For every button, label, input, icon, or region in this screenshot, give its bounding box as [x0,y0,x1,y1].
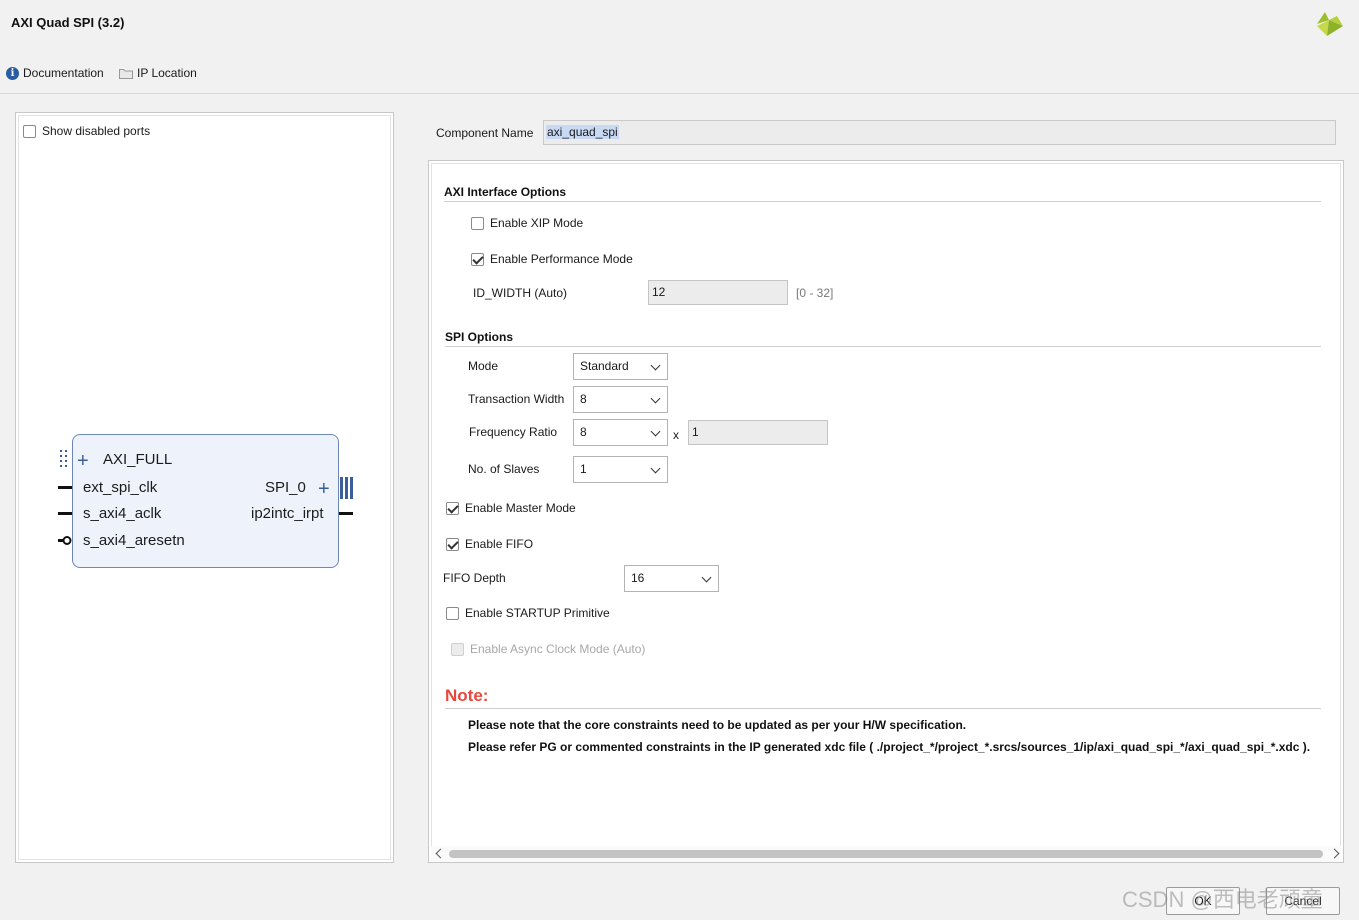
id-width-input[interactable]: 12 [648,280,788,305]
enable-performance-mode-checkbox[interactable] [471,252,484,266]
frequency-ratio-label: Frequency Ratio [469,425,558,439]
enable-master-mode-label: Enable Master Mode [465,501,576,515]
component-name-value: axi_quad_spi [546,125,619,139]
transaction-width-select[interactable]: 8 [573,386,668,413]
note-title: Note: [445,686,489,705]
watermark: CSDN @西电老顽童 [1122,887,1323,912]
documentation-label: Documentation [23,66,104,80]
chevron-down-icon [650,360,661,371]
folder-icon [119,68,133,79]
chevron-down-icon [650,393,661,404]
frequency-ratio-times: x [673,428,679,442]
mode-select[interactable]: Standard [573,353,668,380]
no-of-slaves-label: No. of Slaves [468,462,540,476]
enable-fifo-option[interactable]: Enable FIFO [446,537,533,551]
component-name-label: Component Name [436,126,534,140]
mode-label: Mode [468,359,499,373]
enable-master-mode-option[interactable]: Enable Master Mode [446,501,576,515]
section-divider [445,346,1321,347]
no-of-slaves-value: 1 [580,462,587,476]
frequency-ratio-multiplier-input[interactable]: 1 [688,420,828,445]
enable-performance-mode-option[interactable]: Enable Performance Mode [471,252,633,266]
block-pins [58,450,353,545]
show-disabled-ports-checkbox[interactable] [23,124,36,138]
enable-async-clock-mode-checkbox [451,642,464,656]
scroll-right-icon[interactable] [1329,848,1340,859]
transaction-width-value: 8 [580,392,587,406]
ip-location-link[interactable]: IP Location [119,66,197,80]
spi-options-title: SPI Options [445,330,514,344]
show-disabled-ports-label: Show disabled ports [42,124,151,138]
dialog-header: AXI Quad SPI (3.2) [0,0,1359,52]
axi-interface-options-title: AXI Interface Options [444,185,567,199]
enable-fifo-label: Enable FIFO [465,537,534,551]
ip-location-label: IP Location [137,66,197,80]
enable-async-clock-mode-option: Enable Async Clock Mode (Auto) [451,642,645,656]
enable-xip-mode-checkbox[interactable] [471,216,484,230]
fifo-depth-value: 16 [631,571,645,585]
scrollbar-thumb[interactable] [449,850,1323,858]
chevron-down-icon [701,572,712,583]
fifo-depth-label: FIFO Depth [443,571,506,585]
chevron-down-icon [650,426,661,437]
id-width-range: [0 - 32] [796,286,834,300]
horizontal-scrollbar[interactable] [431,846,1341,862]
no-of-slaves-select[interactable]: 1 [573,456,668,483]
enable-performance-mode-label: Enable Performance Mode [490,252,633,266]
enable-startup-primitive-checkbox[interactable] [446,606,459,620]
note-line-1: Please note that the core constraints ne… [468,718,967,732]
scroll-left-icon[interactable] [435,848,446,859]
enable-master-mode-checkbox[interactable] [446,501,459,515]
header-divider [0,93,1359,94]
enable-startup-primitive-label: Enable STARTUP Primitive [465,606,610,620]
frequency-ratio-select[interactable]: 8 [573,419,668,446]
component-name-input[interactable]: axi_quad_spi [543,120,1336,145]
enable-fifo-checkbox[interactable] [446,537,459,551]
show-disabled-ports-option[interactable]: Show disabled ports [23,124,150,138]
enable-async-clock-mode-label: Enable Async Clock Mode (Auto) [470,642,646,656]
documentation-link[interactable]: i Documentation [6,66,104,80]
dialog-links: i Documentation IP Location [0,62,1359,86]
note-divider [445,708,1321,709]
xilinx-logo-icon [1317,12,1343,36]
transaction-width-label: Transaction Width [468,392,565,406]
chevron-down-icon [650,463,661,474]
note-line-2: Please refer PG or commented constraints… [468,740,1311,754]
enable-xip-mode-label: Enable XIP Mode [490,216,584,230]
info-icon: i [6,66,19,80]
section-divider [444,201,1321,202]
frequency-ratio-value: 8 [580,425,587,439]
dialog-title: AXI Quad SPI (3.2) [11,15,125,30]
mode-value: Standard [580,359,629,373]
enable-xip-mode-option[interactable]: Enable XIP Mode [471,216,583,230]
enable-startup-primitive-option[interactable]: Enable STARTUP Primitive [446,606,610,620]
id-width-label: ID_WIDTH (Auto) [473,286,568,300]
fifo-depth-select[interactable]: 16 [624,565,719,592]
